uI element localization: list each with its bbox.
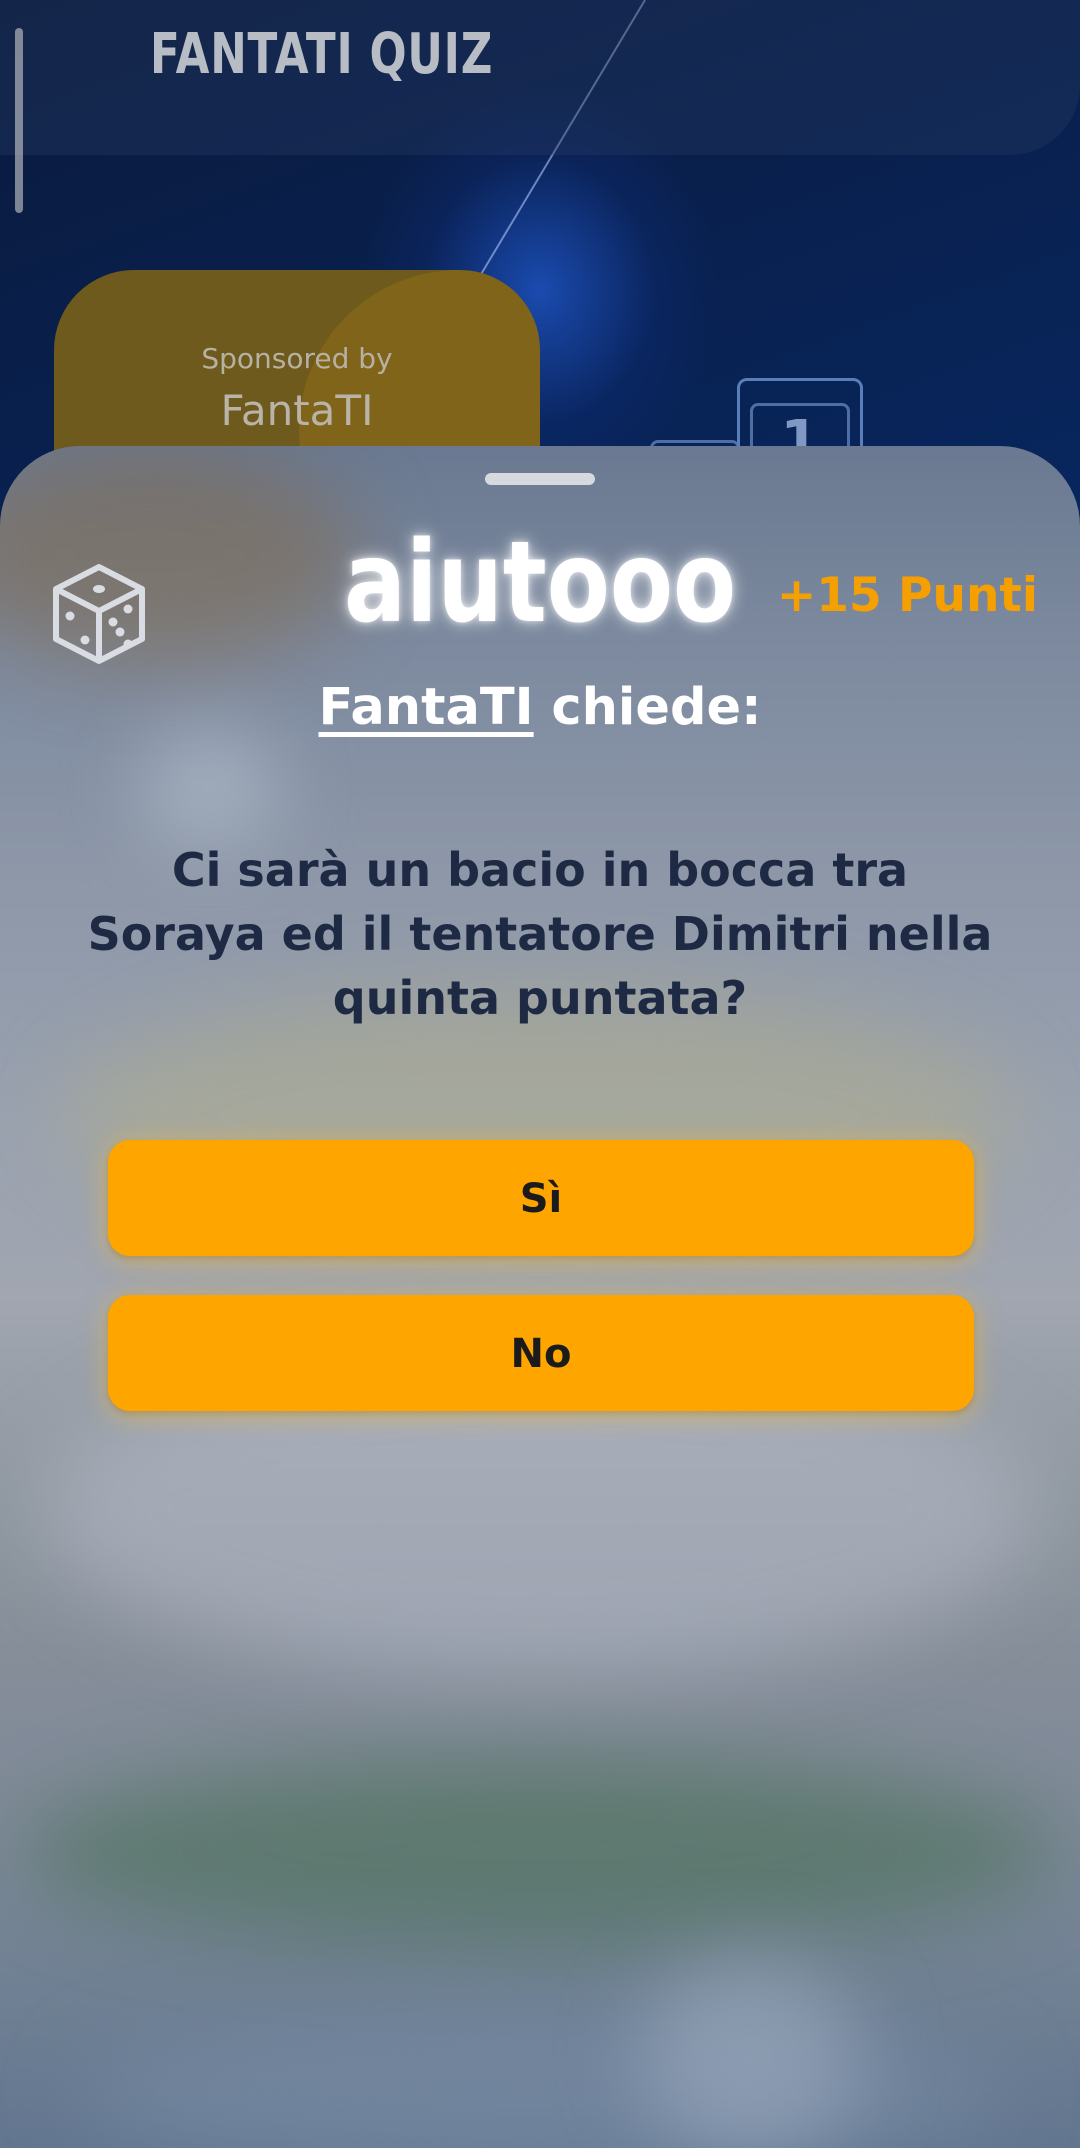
question-sheet: aiutooo +15 Punti FantaTI chiede: Ci sar…	[0, 446, 1080, 2148]
question-title-text: aiutooo	[343, 518, 737, 648]
blurred-background-shape	[80, 2016, 1000, 2148]
asker-name-link[interactable]: FantaTI	[319, 678, 534, 737]
question-text: Ci sarà un bacio in bocca tra Soraya ed …	[87, 843, 993, 1025]
sponsor-name: FantaTI	[220, 386, 374, 435]
scroll-indicator	[15, 28, 23, 213]
asker-suffix: chiede:	[533, 678, 762, 737]
sponsor-label: Sponsored by	[201, 342, 393, 375]
sheet-drag-handle[interactable]	[485, 473, 595, 485]
blurred-background-shape	[140, 726, 280, 846]
points-badge: +15 Punti	[776, 568, 1038, 623]
answer-no-button[interactable]: No	[108, 1295, 974, 1411]
app-title: FANTATI QUIZ	[150, 22, 494, 87]
blurred-background-shape	[20, 1756, 1060, 1946]
asker-line: FantaTI chiede:	[0, 678, 1080, 737]
app-header: FANTATI QUIZ	[0, 0, 1080, 155]
blurred-background-shape	[640, 1956, 860, 2148]
answer-yes-button[interactable]: Sì	[108, 1140, 974, 1256]
